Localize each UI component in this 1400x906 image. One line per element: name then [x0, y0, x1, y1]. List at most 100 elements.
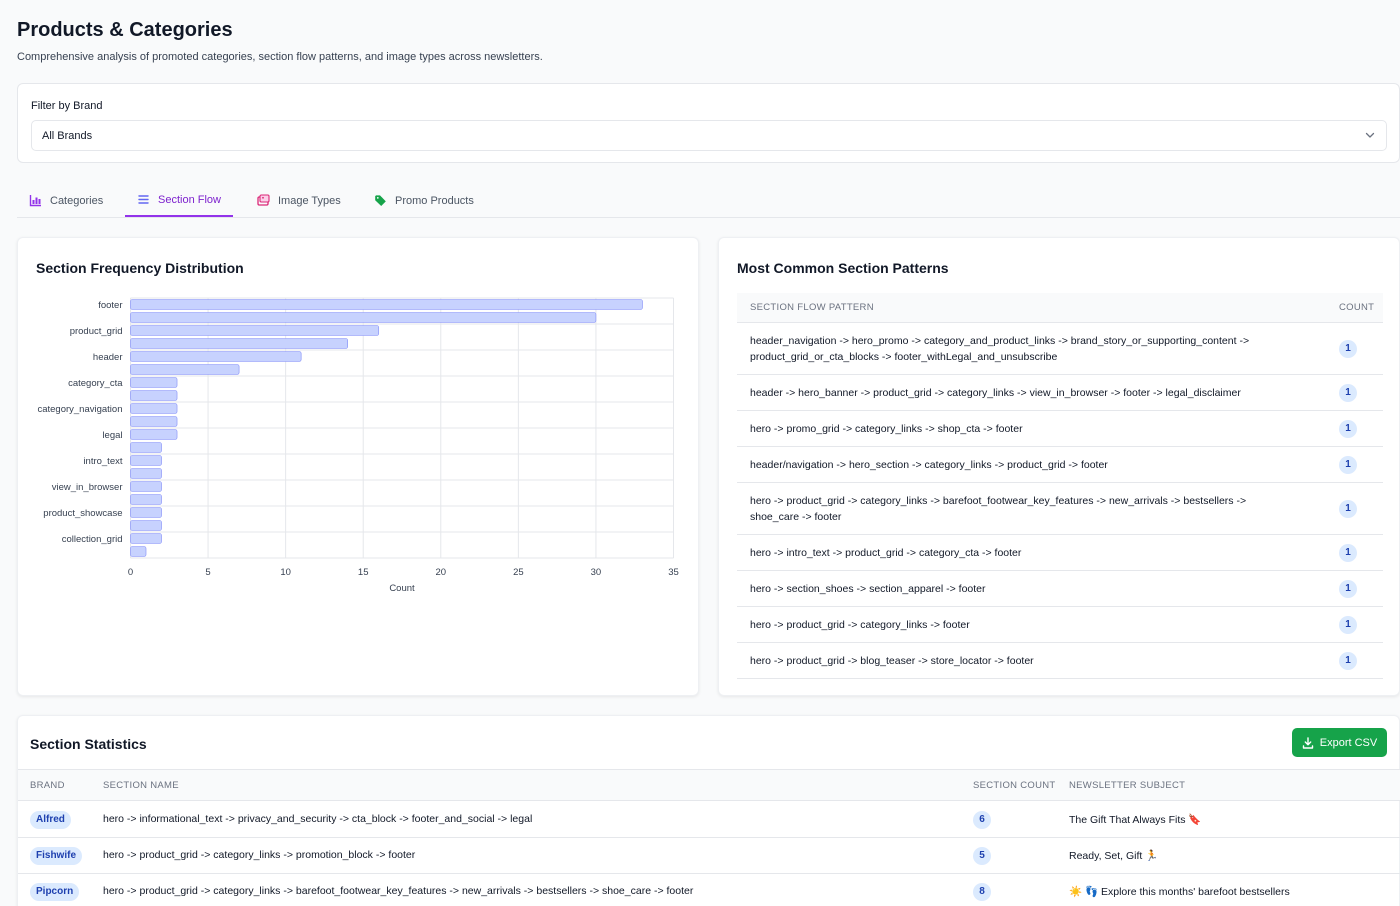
section-count-badge: 5 [973, 847, 991, 865]
y-tick-label: view_in_browser [52, 482, 123, 493]
statistics-row: Alfred hero -> informational_text -> priv… [18, 802, 1400, 838]
bar[interactable] [130, 403, 178, 414]
pattern-row: hero -> promo_grid -> category_links -> … [737, 411, 1383, 447]
x-tick-label: 20 [435, 567, 446, 578]
x-tick-label: 25 [513, 567, 524, 578]
brand-badge: Alfred [30, 811, 71, 829]
bar[interactable] [130, 416, 178, 427]
section-name: hero -> product_grid -> category_links -… [103, 849, 416, 861]
pattern-count-badge: 1 [1339, 580, 1357, 598]
bar[interactable] [130, 377, 178, 388]
pattern-row: hero -> product_grid -> category_links -… [737, 483, 1383, 535]
bar[interactable] [130, 546, 147, 557]
section-count-badge: 6 [973, 811, 991, 829]
pattern-row: hero -> product_grid -> blog_teaser -> s… [737, 643, 1383, 679]
tab-promo-products[interactable]: Promo Products [362, 184, 486, 217]
tab-bar: Categories Section Flow Image Types Prom… [17, 184, 1400, 218]
bar[interactable] [130, 364, 240, 375]
tab-image-types-label: Image Types [278, 194, 341, 207]
bar[interactable] [130, 468, 162, 479]
pattern-count-badge: 1 [1339, 340, 1357, 358]
y-tick-label: header [93, 352, 123, 363]
pattern-text: hero -> product_grid -> category_links -… [750, 619, 970, 631]
pattern-text: hero -> intro_text -> product_grid -> ca… [750, 547, 1022, 559]
y-tick-label: intro_text [83, 456, 122, 467]
statistics-table-header: BRAND SECTION NAME SECTION COUNT NEWSLET… [18, 769, 1400, 801]
newsletter-subject: ☀️ 👣 Explore this months' barefoot bests… [1069, 886, 1290, 898]
bar[interactable] [130, 390, 178, 401]
pattern-count-badge: 1 [1339, 652, 1357, 670]
tab-promo-products-label: Promo Products [395, 194, 474, 207]
bar[interactable] [130, 520, 162, 531]
bar[interactable] [130, 455, 162, 466]
pattern-row: header/navigation -> hero_section -> cat… [737, 447, 1383, 483]
bar[interactable] [130, 351, 302, 362]
pattern-count-badge: 1 [1339, 384, 1357, 402]
pattern-row: hero -> product_grid -> category_links -… [737, 607, 1383, 643]
pattern-text: hero -> promo_grid -> category_links -> … [750, 423, 1023, 435]
tab-image-types[interactable]: Image Types [245, 184, 353, 217]
pattern-text: header -> hero_banner -> product_grid ->… [750, 387, 1241, 399]
bar[interactable] [130, 325, 380, 336]
patterns-table: SECTION FLOW PATTERN COUNT header_naviga… [737, 293, 1383, 679]
x-tick-label: 35 [668, 567, 679, 578]
pattern-text: header_navigation -> hero_promo -> categ… [750, 335, 1250, 363]
bar[interactable] [130, 494, 162, 505]
y-tick-label: product_grid [70, 326, 123, 337]
images-icon [257, 194, 270, 206]
tag-icon [375, 195, 386, 206]
bar[interactable] [130, 533, 162, 544]
bar[interactable] [130, 299, 643, 310]
tab-categories-label: Categories [50, 194, 104, 207]
frequency-bar-chart: footer product_gridheader category_ctacate… [37, 297, 679, 594]
section-name: hero -> product_grid -> category_links -… [103, 885, 694, 897]
section-statistics-card: Section Statistics Export CSV BRAND SECT… [17, 715, 1400, 906]
bar-chart-icon [29, 195, 41, 207]
col-subject-header: NEWSLETTER SUBJECT [1069, 780, 1186, 791]
statistics-row: Pipcorn hero -> product_grid -> category_… [18, 874, 1400, 906]
tab-section-flow[interactable]: Section Flow [125, 184, 233, 217]
section-frequency-card: Section Frequency Distribution footer pro… [17, 237, 699, 696]
bar[interactable] [130, 312, 597, 323]
filter-label: Filter by Brand [31, 100, 103, 112]
brand-select[interactable]: All Brands [31, 120, 1387, 151]
page-subtitle: Comprehensive analysis of promoted categ… [17, 51, 543, 63]
statistics-title: Section Statistics [30, 736, 147, 752]
bar[interactable] [130, 481, 162, 492]
bar[interactable] [130, 338, 348, 349]
x-axis-label: Count [389, 583, 415, 594]
x-tick-label: 0 [128, 567, 133, 578]
brand-badge: Fishwife [30, 847, 83, 865]
col-section-name-header: SECTION NAME [103, 780, 179, 791]
brand-filter-card: Filter by Brand All Brands [17, 83, 1400, 163]
x-tick-label: 10 [280, 567, 291, 578]
y-tick-label: category_navigation [37, 404, 122, 415]
pattern-count-badge: 1 [1339, 616, 1357, 634]
col-pattern-header: SECTION FLOW PATTERN [750, 302, 874, 313]
section-name: hero -> informational_text -> privacy_an… [103, 813, 533, 825]
pattern-text: hero -> product_grid -> category_links -… [750, 495, 1247, 523]
x-tick-label: 15 [358, 567, 369, 578]
col-section-count-header: SECTION COUNT [973, 780, 1056, 791]
pattern-text: header/navigation -> hero_section -> cat… [750, 459, 1108, 471]
export-csv-label: Export CSV [1319, 736, 1378, 749]
bar[interactable] [130, 429, 178, 440]
export-csv-button[interactable]: Export CSV [1292, 728, 1387, 757]
pattern-row: header -> hero_banner -> product_grid ->… [737, 375, 1383, 411]
pattern-text: hero -> section_shoes -> section_apparel… [750, 583, 986, 595]
y-tick-label: product_showcase [43, 508, 122, 519]
download-icon [1302, 736, 1313, 749]
bar[interactable] [130, 507, 162, 518]
patterns-table-header: SECTION FLOW PATTERN COUNT [737, 293, 1383, 323]
y-tick-label: category_cta [68, 378, 123, 389]
col-count-header: COUNT [1339, 302, 1375, 313]
section-count-badge: 8 [973, 883, 991, 901]
y-tick-label: collection_grid [62, 534, 123, 545]
chevron-down-icon [1365, 132, 1375, 138]
section-patterns-card: Most Common Section Patterns SECTION FLO… [718, 237, 1400, 696]
brand-badge: Pipcorn [30, 883, 80, 901]
bar[interactable] [130, 442, 162, 453]
tab-categories[interactable]: Categories [17, 184, 115, 217]
page-title: Products & Categories [17, 19, 233, 41]
pattern-count-badge: 1 [1339, 456, 1357, 474]
